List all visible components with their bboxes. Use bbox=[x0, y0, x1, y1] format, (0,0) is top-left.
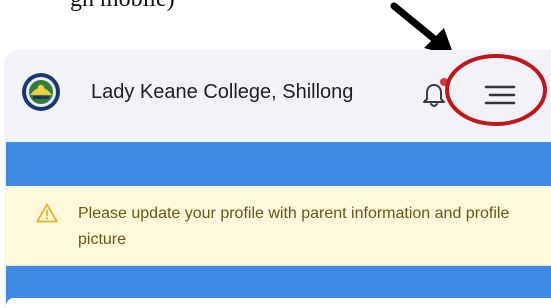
hamburger-menu-icon[interactable] bbox=[476, 78, 524, 112]
mobile-app-screen: Lady Keane College, Shillong Please upda… bbox=[6, 50, 551, 308]
screenshot-canvas: gh mobile) Lady Keane College, Shillong bbox=[0, 0, 551, 308]
content-card bbox=[6, 298, 551, 308]
app-header: Lady Keane College, Shillong bbox=[6, 50, 551, 132]
warning-triangle-icon bbox=[36, 203, 58, 223]
caption-text: gh mobile) bbox=[70, 0, 175, 13]
profile-update-alert[interactable]: Please update your profile with parent i… bbox=[6, 186, 551, 266]
alert-message: Please update your profile with parent i… bbox=[78, 205, 510, 248]
notification-badge bbox=[440, 78, 448, 86]
dashboard-banner: Please update your profile with parent i… bbox=[6, 142, 551, 308]
college-name: Lady Keane College, Shillong bbox=[91, 81, 354, 103]
college-logo-icon bbox=[22, 73, 60, 111]
